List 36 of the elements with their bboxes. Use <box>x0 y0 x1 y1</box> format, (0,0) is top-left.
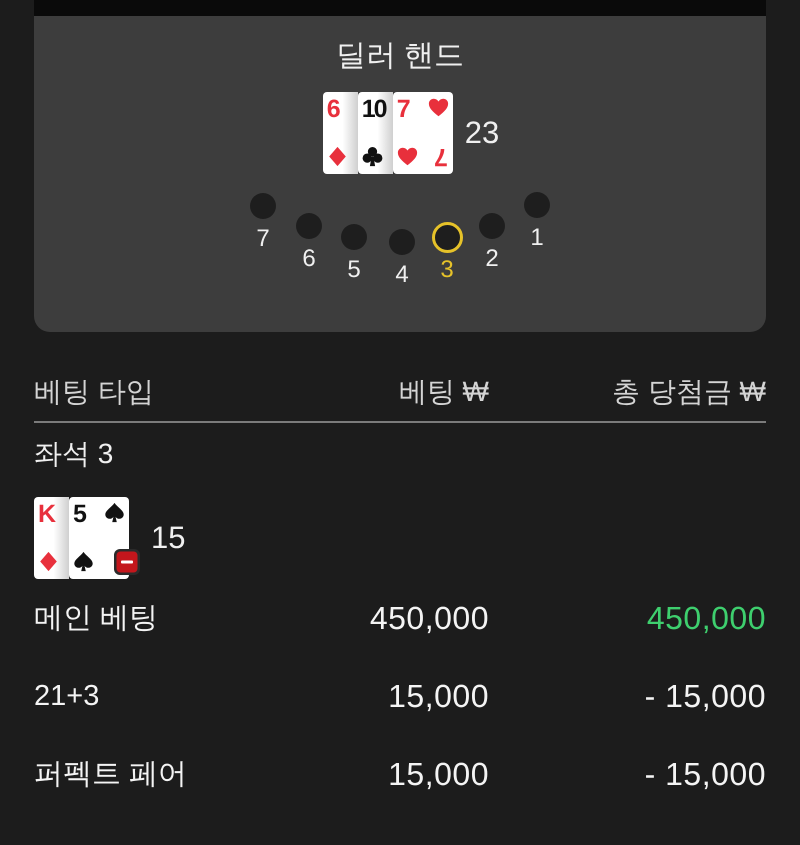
bet-type: 메인 베팅 <box>34 602 158 634</box>
bet-amount: 15,000 <box>388 678 489 714</box>
card-rank: K <box>38 501 54 527</box>
seat-number: 6 <box>301 245 317 273</box>
spade-icon <box>104 502 125 523</box>
card-rank: 7 <box>434 144 448 170</box>
seat-number: 5 <box>346 256 362 284</box>
card-rank: 5 <box>73 501 85 527</box>
bet-amount: 450,000 <box>370 600 489 636</box>
heart-icon <box>396 146 418 167</box>
payout-amount: 450,000 <box>646 600 766 636</box>
seat-number: 7 <box>255 225 271 253</box>
club-icon <box>362 146 383 167</box>
seat-number: 4 <box>394 261 410 289</box>
column-header: 총 당첨금 ₩ <box>612 376 766 407</box>
heart-icon <box>428 97 449 118</box>
seat-number: 2 <box>484 245 500 273</box>
diamond-icon <box>326 146 348 167</box>
payout-amount: - 15,000 <box>644 756 766 792</box>
card-rank: 6 <box>326 96 339 122</box>
column-header: 베팅 타입 <box>34 376 154 407</box>
seat-title: 좌석 3 <box>34 438 114 469</box>
spade-icon <box>73 551 94 572</box>
hand-total: 15 <box>151 520 186 556</box>
bet-amount: 15,000 <box>388 756 489 792</box>
bet-type: 퍼펙트 페어 <box>34 758 188 790</box>
hand-total: 23 <box>464 115 500 151</box>
card-rank: 10 <box>362 96 386 122</box>
bet-type: 21+3 <box>34 680 100 712</box>
card-rank: 7 <box>396 96 409 122</box>
column-header: 베팅 ₩ <box>398 376 489 407</box>
diamond-icon <box>38 551 59 572</box>
seat-number: 1 <box>529 224 545 252</box>
dealer-hand-title: 딜러 핸드 <box>336 38 464 74</box>
seat-number: 3 <box>439 256 455 284</box>
payout-amount: - 15,000 <box>644 678 766 714</box>
